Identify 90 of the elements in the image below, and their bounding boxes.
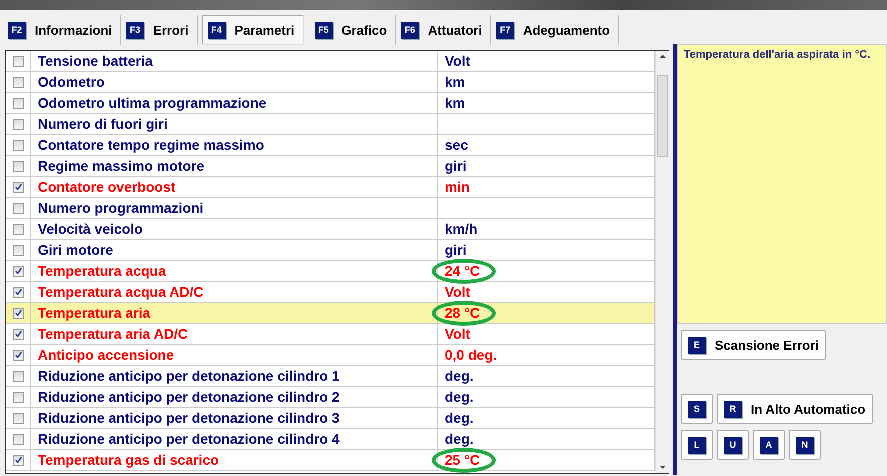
parameter-name: Riduzione anticipo per detonazione cilindro 2 [31, 387, 438, 407]
key-badge: F6 [401, 22, 420, 38]
parameter-name: Anticipo accensione [31, 345, 438, 365]
tab[interactable]: F6 Attuatori [396, 15, 492, 45]
key-badge: R [724, 400, 742, 418]
checkbox[interactable] [12, 140, 24, 150]
checkbox[interactable] [12, 454, 24, 466]
parameter-row[interactable]: Numero programmazioni [6, 198, 655, 219]
parameter-name: Regime massimo motore [31, 156, 438, 176]
tab[interactable]: F4 Parametri [202, 15, 304, 45]
checkbox[interactable] [12, 266, 24, 276]
scroll-up-icon[interactable] [660, 55, 666, 58]
parameter-name: Numero programmazioni [31, 198, 438, 218]
checkbox[interactable] [12, 76, 24, 88]
parameter-name: Contatore overboost [31, 177, 438, 197]
tab[interactable]: F3 Errori [121, 15, 198, 45]
parameter-row[interactable]: Giri motore giri [6, 240, 655, 261]
checkbox[interactable] [12, 182, 24, 192]
parameter-row[interactable]: Regime massimo motore giri [6, 156, 655, 177]
key-badge: F2 [8, 22, 26, 38]
parameter-row[interactable]: Anticipo accensione 0,0 deg. [6, 345, 655, 366]
tab[interactable]: F2 Informazioni [3, 15, 122, 45]
checkbox[interactable] [12, 370, 24, 382]
checkbox[interactable] [12, 224, 24, 234]
parameter-name: Velocità veicolo [31, 219, 438, 239]
scroll-down-icon[interactable] [660, 466, 666, 469]
parameter-name: Tensione batteria [31, 51, 438, 71]
checkbox[interactable] [12, 434, 24, 444]
parameter-row[interactable]: Temperatura aria AD/C Volt [6, 324, 655, 345]
checkbox[interactable] [12, 118, 24, 130]
checkbox[interactable] [12, 308, 24, 318]
checkbox[interactable] [12, 98, 24, 108]
checkbox[interactable] [12, 244, 24, 256]
parameter-row[interactable]: Contatore overboost min [6, 177, 655, 198]
key-badge: A [760, 436, 778, 454]
parameter-row[interactable]: Tensione batteria Volt [6, 51, 655, 72]
key-button[interactable]: R In Alto Automatico [717, 394, 873, 424]
parameter-name: Temperatura aria [31, 303, 438, 323]
description-text: Temperatura dell'aria aspirata in °C. [677, 44, 887, 324]
key-badge: E [688, 336, 706, 354]
key-button[interactable]: S [681, 394, 713, 424]
checkbox[interactable] [12, 392, 24, 402]
parameter-name: Riduzione anticipo per detonazione cilindro 4 [31, 429, 438, 449]
parameter-name: Temperatura aria AD/C [31, 324, 438, 344]
tab[interactable]: F7 Adeguamento [491, 15, 620, 45]
checkbox[interactable] [12, 160, 24, 172]
parameter-row[interactable]: Riduzione anticipo per detonazione cilindro 1 deg. [6, 366, 655, 387]
parameter-name: Riduzione anticipo per detonazione cilindro 1 [31, 366, 438, 386]
key-button[interactable]: U [717, 430, 749, 460]
parameter-name: Odometro ultima programmazione [31, 93, 438, 113]
checkbox[interactable] [12, 56, 24, 66]
checkbox[interactable] [12, 286, 24, 298]
parameter-row[interactable]: Numero di fuori giri [6, 114, 655, 135]
key-badge: U [724, 436, 742, 454]
parameter-row[interactable]: Contatore tempo regime massimo sec [6, 135, 655, 156]
key-button[interactable]: N [789, 430, 821, 460]
key-badge: N [796, 436, 814, 454]
parameter-row[interactable]: Riduzione anticipo per detonazione cilindro 3 deg. [6, 408, 655, 429]
parameter-name: Temperatura gas di scarico [31, 450, 438, 470]
scan-errors-button[interactable]: E Scansione Errori [681, 330, 826, 360]
key-badge: F3 [126, 22, 144, 38]
checkbox[interactable] [12, 412, 24, 424]
parameter-row[interactable]: Odometro km [6, 72, 655, 93]
key-button[interactable]: L [681, 430, 713, 460]
parameter-name: Odometro [31, 72, 438, 92]
scrollbar-thumb[interactable] [657, 75, 668, 157]
tab[interactable]: F5 Grafico [310, 15, 396, 45]
parameter-row[interactable]: Temperatura acqua 24 °C [6, 261, 655, 282]
key-badge: L [688, 436, 706, 454]
key-button[interactable]: A [753, 430, 785, 460]
parameter-name: Temperatura acqua AD/C [31, 282, 438, 302]
key-badge: F7 [496, 22, 514, 38]
scrollbar[interactable] [655, 51, 669, 473]
parameter-name: Contatore tempo regime massimo [31, 135, 438, 155]
parameter-row[interactable]: Riduzione anticipo per detonazione cilindro 4 deg. [6, 429, 655, 450]
checkbox[interactable] [12, 202, 24, 214]
parameter-row[interactable]: Riduzione anticipo per detonazione cilindro 2 deg. [6, 387, 655, 408]
checkbox[interactable] [12, 350, 24, 360]
parameter-name: Numero di fuori giri [31, 114, 438, 134]
parameter-name: Temperatura acqua [31, 261, 438, 281]
parameter-row[interactable]: Velocità veicolo km/h [6, 219, 655, 240]
parameter-name: Riduzione anticipo per detonazione cilindro 3 [31, 408, 438, 428]
parameter-name: Giri motore [31, 240, 438, 260]
key-badge: F4 [208, 22, 226, 38]
parameter-row[interactable]: Odometro ultima programmazione km [6, 93, 655, 114]
parameter-row[interactable]: Temperatura gas di scarico 25 °C [6, 450, 655, 471]
parameter-row[interactable]: Temperatura aria 28 °C [6, 303, 655, 324]
key-badge: F5 [314, 22, 333, 38]
checkbox[interactable] [12, 328, 24, 340]
key-badge: S [688, 400, 706, 418]
